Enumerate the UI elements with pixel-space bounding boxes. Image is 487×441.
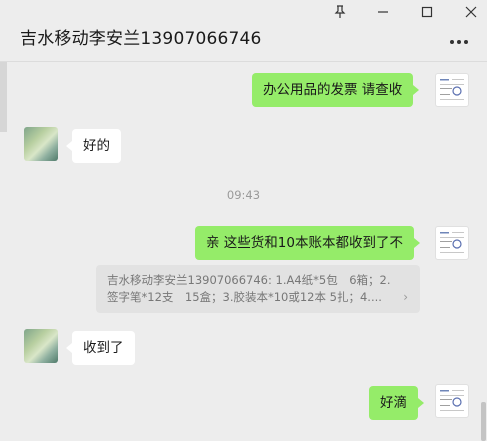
chat-title: 吉水移动李安兰13907066746 bbox=[20, 29, 262, 49]
pin-icon[interactable] bbox=[330, 3, 350, 21]
message-bubble-other[interactable]: 收到了 bbox=[66, 331, 135, 365]
contact-avatar[interactable] bbox=[24, 329, 58, 363]
message-bubble-mine[interactable]: 办公用品的发票 请查收 bbox=[252, 73, 420, 107]
close-icon[interactable] bbox=[461, 3, 481, 21]
message-bubble-mine[interactable]: 好滴 bbox=[369, 386, 424, 420]
avatar-document-icon bbox=[440, 232, 464, 253]
minimize-icon[interactable] bbox=[373, 3, 393, 21]
my-avatar[interactable] bbox=[435, 384, 469, 418]
quoted-message-text: 吉水移动李安兰13907066746: 1.A4纸*5包 6箱；2.签字笔*12… bbox=[107, 273, 391, 304]
message-bubble-mine[interactable]: 亲 这些货和10本账本都收到了不 bbox=[195, 226, 420, 260]
my-avatar[interactable] bbox=[435, 226, 469, 260]
quoted-message[interactable]: 吉水移动李安兰13907066746: 1.A4纸*5包 6箱；2.签字笔*12… bbox=[96, 265, 420, 313]
my-avatar[interactable] bbox=[435, 73, 469, 107]
chevron-right-icon: › bbox=[403, 290, 408, 304]
avatar-document-icon bbox=[440, 79, 464, 100]
more-options-icon[interactable] bbox=[448, 36, 470, 48]
scrollbar[interactable] bbox=[481, 402, 486, 441]
contact-avatar[interactable] bbox=[24, 127, 58, 161]
maximize-icon[interactable] bbox=[417, 3, 437, 21]
avatar-document-icon bbox=[440, 390, 464, 411]
message-bubble-other[interactable]: 好的 bbox=[66, 129, 121, 163]
timestamp: 09:43 bbox=[226, 188, 261, 202]
title-bar: 吉水移动李安兰13907066746 bbox=[0, 0, 487, 62]
